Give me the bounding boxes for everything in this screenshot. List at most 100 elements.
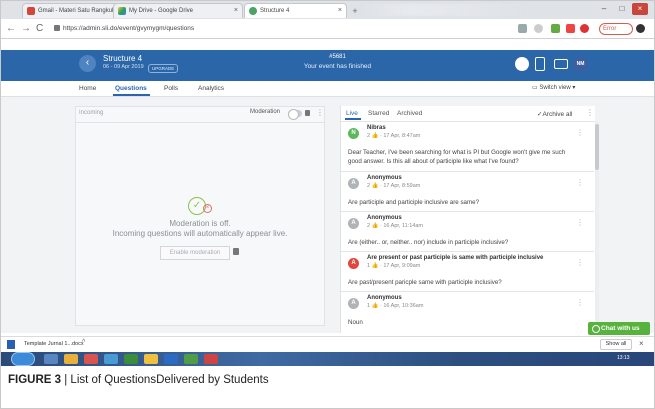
thumbs-up-icon[interactable]: 👍	[372, 263, 379, 269]
maximize-icon[interactable]: □	[614, 3, 630, 15]
taskbar-app-icon[interactable]	[124, 354, 138, 364]
divider	[76, 122, 324, 123]
taskbar-app-icon[interactable]	[164, 354, 178, 364]
avatar: A	[348, 258, 359, 269]
chevron-down-icon: ▾	[570, 85, 576, 91]
question-card[interactable]: N Nibras 2 👍 · 17 Apr, 8:47am ⋮ Dear Tea…	[341, 122, 594, 172]
back-button[interactable]: ‹	[79, 55, 96, 72]
lock-icon	[54, 25, 60, 31]
error-button[interactable]: Error	[599, 23, 633, 35]
switch-view-button[interactable]: ▭ Switch view ▾	[532, 84, 575, 91]
question-meta: 2 👍 · 17 Apr, 8:47am	[367, 133, 421, 139]
taskbar-app-icon[interactable]	[204, 354, 218, 364]
slido-icon	[249, 7, 257, 15]
taskbar-app-icon[interactable]	[184, 354, 198, 364]
tab-live[interactable]: Live	[346, 110, 358, 117]
avatar: A	[348, 298, 359, 309]
close-window-icon[interactable]: ×	[632, 3, 648, 15]
reload-icon[interactable]: C	[36, 22, 43, 36]
question-text: Noun	[348, 319, 363, 326]
question-card[interactable]: A Anonymous 2 👍 · 16 Apr, 11:14am ⋮ Are …	[341, 212, 594, 252]
question-card[interactable]: A Are present or past participle is same…	[341, 252, 594, 292]
question-text: Are past/present paricple same with part…	[348, 279, 502, 286]
question-card[interactable]: A Anonymous 1 👍 · 16 Apr, 10:36am ⋮ Noun	[341, 292, 594, 333]
tab-drive[interactable]: My Drive - Google Drive ×	[113, 3, 243, 18]
back-arrow-icon[interactable]: ←	[6, 22, 16, 36]
enable-moderation-button[interactable]: Enable moderation	[160, 246, 230, 260]
scrollbar-thumb[interactable]	[595, 124, 599, 170]
nav-polls[interactable]: Polls	[164, 84, 178, 94]
nav-home[interactable]: Home	[79, 84, 96, 94]
taskbar-app-icon[interactable]	[84, 354, 98, 364]
moderation-label: Moderation	[250, 109, 281, 115]
more-options-icon[interactable]: ⋮	[576, 258, 584, 267]
more-options-icon[interactable]: ⋮	[576, 218, 584, 227]
close-tab-icon[interactable]: ×	[338, 4, 342, 18]
present-mode-icon[interactable]	[515, 57, 529, 71]
question-author: Anonymous	[367, 175, 402, 181]
profile-icon[interactable]	[636, 24, 645, 33]
extension-icon[interactable]	[580, 24, 589, 33]
close-tab-icon[interactable]: ×	[234, 4, 238, 18]
forward-arrow-icon[interactable]: →	[21, 22, 31, 36]
thumbs-up-icon[interactable]: 👍	[372, 183, 379, 189]
address-bar: ← → C https://admin.sli.do/event/gvymygm…	[1, 19, 654, 39]
new-tab-button[interactable]: +	[347, 5, 363, 17]
downloads-bar	[1, 336, 654, 352]
tab-starred[interactable]: Starred	[368, 110, 389, 117]
caption-text: | List of QuestionsDelivered by Students	[61, 374, 269, 386]
extension-icon[interactable]	[551, 24, 560, 33]
more-options-icon[interactable]: ⋮	[586, 108, 594, 117]
archive-all-label: Archive all	[542, 111, 573, 118]
tab-structure-4[interactable]: Structure 4 ×	[244, 3, 347, 18]
event-title[interactable]: Structure 4	[103, 54, 142, 63]
question-card[interactable]: A Anonymous 2 👍 · 17 Apr, 8:59am ⋮ Are p…	[341, 172, 594, 212]
like-count: 2	[367, 183, 371, 189]
thumbs-up-icon[interactable]: 👍	[372, 223, 379, 229]
avatar[interactable]: NM	[573, 57, 588, 72]
question-author: Anonymous	[367, 295, 402, 301]
thumbs-up-icon[interactable]: 👍	[372, 133, 379, 139]
key-icon[interactable]	[518, 24, 527, 33]
more-options-icon[interactable]: ⋮	[576, 128, 584, 137]
star-icon[interactable]	[534, 24, 543, 33]
download-file-name[interactable]: Template Jurnal 1...docx	[24, 341, 84, 347]
more-options-icon[interactable]: ⋮	[576, 298, 584, 307]
chat-with-us-button[interactable]: Chat with us	[588, 322, 650, 335]
phone-icon[interactable]	[535, 57, 545, 71]
moderation-toggle[interactable]	[288, 109, 302, 120]
question-time: 17 Apr, 9:09am	[383, 263, 421, 269]
avatar: A	[348, 218, 359, 229]
clock: 13:13	[617, 355, 630, 361]
start-button[interactable]	[11, 352, 35, 366]
taskbar-app-icon[interactable]	[144, 354, 158, 364]
active-tab-indicator	[113, 94, 150, 96]
incoming-panel	[75, 106, 325, 326]
tab-archived[interactable]: Archived	[397, 110, 422, 117]
minimize-icon[interactable]: –	[596, 3, 612, 15]
event-status: Your event has finished	[303, 63, 372, 70]
question-meta: 1 👍 · 17 Apr, 9:09am	[367, 263, 421, 269]
thumbs-up-icon[interactable]: 👍	[372, 303, 379, 309]
show-all-button[interactable]: Show all	[600, 339, 632, 350]
nav-analytics[interactable]: Analytics	[198, 84, 224, 94]
nav-questions[interactable]: Questions	[115, 84, 147, 94]
taskbar-app-icon[interactable]	[104, 354, 118, 364]
extension-icon[interactable]	[566, 24, 575, 33]
question-time: 17 Apr, 8:59am	[383, 183, 421, 189]
question-text: Are (either.. or, neither.. nor) include…	[348, 239, 509, 246]
taskbar-app-icon[interactable]	[44, 354, 58, 364]
archive-all-button[interactable]: ✓Archive all	[537, 110, 572, 118]
question-meta: 2 👍 · 17 Apr, 8:59am	[367, 183, 421, 189]
chevron-up-icon[interactable]: ^	[82, 339, 85, 346]
close-icon[interactable]: ×	[639, 339, 644, 348]
url-field[interactable]: https://admin.sli.do/event/gvymygm/quest…	[63, 23, 194, 35]
event-dates: 06 - 09 Apr 2019	[103, 64, 144, 70]
taskbar-app-icon[interactable]	[64, 354, 78, 364]
more-options-icon[interactable]: ⋮	[576, 178, 584, 187]
question-text: Dear Teacher, I've been searching for wh…	[348, 149, 566, 165]
more-options-icon[interactable]: ⋮	[316, 108, 324, 117]
upgrade-badge[interactable]: UPGRADE	[148, 64, 179, 73]
active-tab-indicator	[345, 118, 361, 120]
monitor-icon[interactable]	[554, 59, 568, 69]
